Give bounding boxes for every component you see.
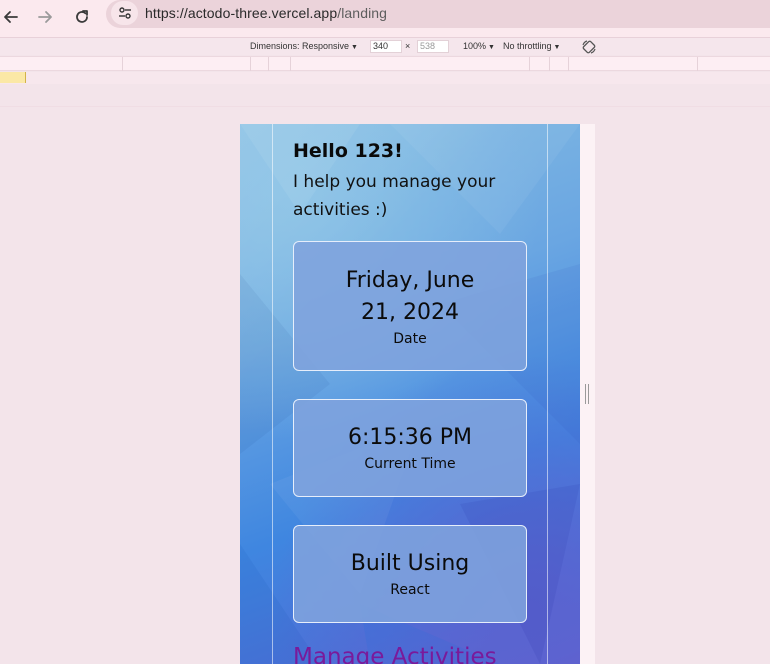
- media-query-bar[interactable]: [0, 56, 770, 71]
- media-query-mark: [568, 57, 569, 71]
- ruler-highlight: [0, 72, 25, 83]
- viewport-guide-left: [272, 124, 273, 664]
- dropdown-arrow-icon: ▼: [553, 44, 561, 51]
- browser-toolbar: https://actodo-three.vercel.app/landing: [0, 0, 770, 37]
- time-value: 6:15:36 PM: [347, 425, 473, 450]
- dimensions-dropdown[interactable]: Dimensions: Responsive ▼: [250, 41, 358, 51]
- media-query-mark: [549, 57, 550, 71]
- dropdown-arrow-icon: ▼: [351, 44, 358, 51]
- url-host: https://actodo-three.vercel.app: [145, 5, 338, 21]
- media-query-mark: [529, 57, 530, 71]
- rotate-icon[interactable]: [581, 39, 597, 55]
- media-query-mark: [122, 57, 123, 71]
- ruler-bar: [0, 72, 770, 84]
- device-toolbar: Dimensions: Responsive ▼ 340 × 538 100% ▼ …: [0, 37, 770, 55]
- ruler-marker: [25, 72, 26, 83]
- built-label: React: [390, 582, 430, 598]
- width-input[interactable]: 340: [370, 40, 402, 53]
- reload-button[interactable]: [69, 4, 95, 30]
- url-path: /landing: [337, 5, 388, 21]
- subtitle-text: I help you manage your activities :): [293, 172, 496, 220]
- reload-icon: [76, 10, 88, 23]
- date-label: Date: [393, 331, 427, 347]
- dimension-separator: ×: [405, 41, 411, 51]
- manage-activities-heading: Manage Activities: [293, 644, 497, 664]
- date-line-1: Friday, June: [345, 268, 475, 293]
- throttling-dropdown[interactable]: No throttling ▼: [503, 41, 560, 51]
- site-info-button[interactable]: [111, 1, 138, 25]
- media-query-mark: [290, 57, 291, 71]
- ruler-divider: [0, 106, 770, 107]
- throttling-label: No throttling: [503, 41, 552, 51]
- dropdown-arrow-icon: ▼: [488, 44, 495, 51]
- built-value: Built Using: [350, 551, 470, 576]
- url-text[interactable]: https://actodo-three.vercel.app/landing: [145, 5, 387, 21]
- date-line-2: 21, 2024: [361, 300, 459, 325]
- back-button[interactable]: [0, 4, 24, 30]
- greeting-heading: Hello 123!: [293, 140, 403, 162]
- dimensions-label: Dimensions: Responsive: [250, 41, 350, 51]
- media-query-mark: [250, 57, 251, 71]
- arrow-left-icon: [4, 11, 18, 23]
- zoom-label: 100%: [463, 41, 487, 51]
- time-label: Current Time: [364, 456, 456, 472]
- resize-handle[interactable]: [585, 384, 589, 404]
- viewport-guide-right: [547, 124, 548, 664]
- media-query-mark: [268, 57, 269, 71]
- height-input[interactable]: 538: [417, 40, 449, 53]
- tune-icon: [118, 7, 131, 19]
- date-card: Friday, June 21, 2024 Date: [293, 241, 527, 371]
- zoom-dropdown[interactable]: 100% ▼: [463, 41, 495, 51]
- built-card: Built Using React: [293, 525, 527, 623]
- media-query-mark: [697, 57, 698, 71]
- time-card: 6:15:36 PM Current Time: [293, 399, 527, 497]
- forward-button[interactable]: [32, 4, 58, 30]
- arrow-right-icon: [38, 11, 52, 23]
